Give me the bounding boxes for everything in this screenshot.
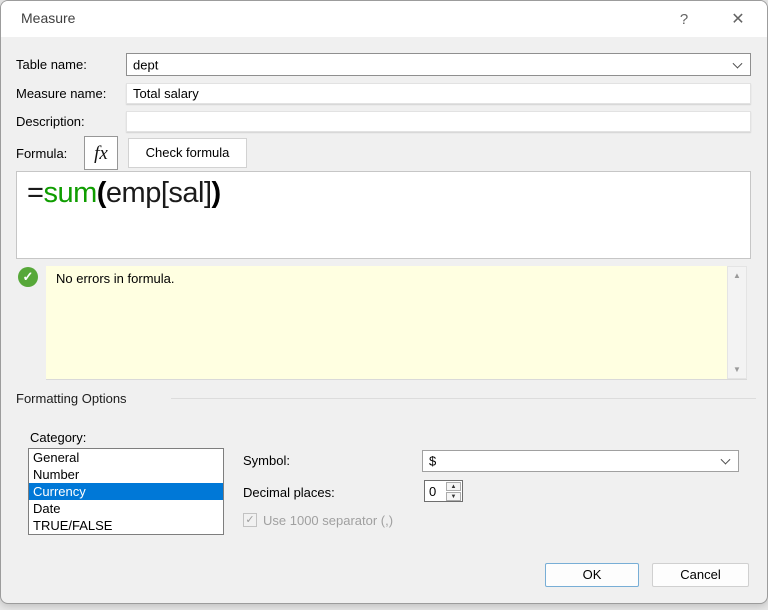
measure-name-label: Measure name:: [16, 86, 106, 101]
formatting-options-title: Formatting Options: [16, 391, 127, 406]
formula-label: Formula:: [16, 146, 67, 161]
measure-name-input[interactable]: [126, 83, 751, 104]
message-scrollbar[interactable]: ▲ ▼: [727, 266, 747, 379]
spinner-buttons: ▲ ▼: [446, 482, 461, 500]
symbol-value: $: [429, 454, 436, 469]
measure-dialog: Measure ? ✕ Table name: dept Measure nam…: [0, 0, 768, 604]
category-listbox: General Number Currency Date TRUE/FALSE: [28, 448, 224, 535]
ok-button[interactable]: OK: [545, 563, 639, 587]
table-name-value: dept: [133, 57, 158, 72]
symbol-label: Symbol:: [243, 453, 290, 468]
category-option-truefalse[interactable]: TRUE/FALSE: [29, 517, 223, 534]
check-formula-button[interactable]: Check formula: [128, 138, 247, 168]
formula-open-paren: (: [97, 177, 106, 209]
success-check-icon: ✓: [18, 267, 38, 287]
formula-equals: =: [27, 177, 43, 209]
category-label: Category:: [30, 430, 86, 445]
spin-up-icon[interactable]: ▲: [446, 482, 461, 491]
spin-down-icon[interactable]: ▼: [446, 492, 461, 501]
insert-function-icon[interactable]: fx: [84, 136, 118, 170]
chevron-down-icon: [721, 455, 731, 465]
table-name-combobox[interactable]: dept: [126, 53, 751, 76]
formula-close-paren: ): [212, 177, 221, 209]
thousand-separator-checkbox[interactable]: ✓: [243, 513, 257, 527]
decimal-places-label: Decimal places:: [243, 485, 335, 500]
validation-message: No errors in formula.: [56, 271, 174, 286]
decimal-places-stepper[interactable]: 0 ▲ ▼: [424, 480, 463, 502]
category-option-number[interactable]: Number: [29, 466, 223, 483]
scroll-down-icon[interactable]: ▼: [728, 362, 746, 377]
description-label: Description:: [16, 114, 85, 129]
help-icon[interactable]: ?: [671, 8, 697, 31]
formula-function: sum: [43, 177, 96, 209]
table-name-label: Table name:: [16, 57, 87, 72]
category-option-date[interactable]: Date: [29, 500, 223, 517]
category-option-general[interactable]: General: [29, 449, 223, 466]
dialog-title: Measure: [21, 10, 75, 26]
decimal-places-value: 0: [429, 484, 436, 499]
formula-editor[interactable]: =sum(emp[sal]): [16, 171, 751, 259]
chevron-down-icon: [733, 58, 743, 68]
validation-message-panel: No errors in formula.: [46, 266, 727, 379]
category-option-currency[interactable]: Currency: [29, 483, 223, 500]
formula-argument: emp[sal]: [106, 177, 212, 209]
panel-bottom-edge: [46, 379, 747, 380]
section-divider: [171, 398, 756, 399]
scroll-up-icon[interactable]: ▲: [728, 268, 746, 283]
close-icon[interactable]: ✕: [723, 7, 753, 32]
symbol-combobox[interactable]: $: [422, 450, 739, 472]
description-input[interactable]: [126, 111, 751, 132]
cancel-button[interactable]: Cancel: [652, 563, 749, 587]
thousand-separator-label: Use 1000 separator (,): [263, 513, 393, 528]
title-bar: Measure ? ✕: [1, 1, 767, 37]
